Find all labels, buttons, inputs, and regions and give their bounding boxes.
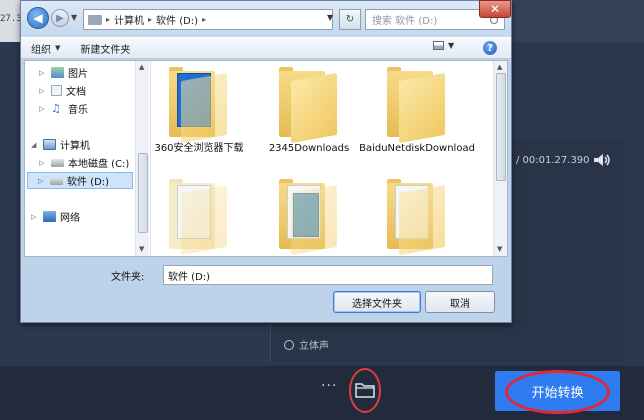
folder-icon xyxy=(167,67,231,144)
scroll-down-icon[interactable]: ▼ xyxy=(139,245,144,253)
expand-icon[interactable]: ▷ xyxy=(38,177,46,185)
file-item-2345downloads[interactable]: 2345Downloads xyxy=(264,67,354,155)
tree-item-label: 软件 (D:) xyxy=(67,177,110,188)
help-button[interactable]: ? xyxy=(483,41,497,55)
stereo-radio[interactable]: 立体声 xyxy=(284,337,329,352)
tree-scroll-thumb[interactable] xyxy=(138,153,148,233)
file-item-baidunetdiskdownload[interactable]: BaiduNetdiskDownload xyxy=(359,67,475,155)
view-icon xyxy=(433,41,444,50)
folder-icon xyxy=(167,179,231,256)
organize-label: 组织 xyxy=(31,44,51,56)
tree-item-documents[interactable]: ▷ 文档 xyxy=(39,82,86,99)
file-label: BaiduNetdiskDownload xyxy=(359,143,475,154)
tree-item-computer[interactable]: ◢ 计算机 xyxy=(31,136,90,153)
tree-item-drive-d[interactable]: ▷ 软件 (D:) xyxy=(27,172,133,189)
folder-highlight-ring xyxy=(349,368,381,413)
new-folder-label: 新建文件夹 xyxy=(80,44,131,56)
expand-icon[interactable]: ▷ xyxy=(39,69,47,77)
forward-button[interactable]: ▶ xyxy=(51,9,69,27)
tree-item-music[interactable]: ▷ ♫ 音乐 xyxy=(39,100,88,117)
folder-name-input[interactable] xyxy=(163,265,493,285)
tree-item-label: 文档 xyxy=(66,87,86,98)
documents-icon xyxy=(51,85,62,96)
chevron-right-icon[interactable]: ▸ xyxy=(148,15,152,24)
chevron-down-icon: ▼ xyxy=(55,44,61,52)
address-segment-drive[interactable]: 软件 (D:) xyxy=(156,12,198,27)
refresh-icon: ↻ xyxy=(345,14,355,25)
folder-icon xyxy=(277,67,341,144)
file-item-partial-2[interactable] xyxy=(264,179,354,256)
folder-name-label: 文件夹: xyxy=(111,272,145,283)
file-scroll-thumb[interactable] xyxy=(496,73,506,181)
stereo-radio-label: 立体声 xyxy=(299,341,329,352)
tree-item-label: 本地磁盘 (C:) xyxy=(68,159,130,170)
speaker-icon[interactable] xyxy=(593,153,611,167)
address-folder-icon xyxy=(88,14,102,25)
file-label: 360安全浏览器下载 xyxy=(154,143,244,154)
start-convert-button[interactable]: 开始转换 xyxy=(495,371,620,411)
help-icon: ? xyxy=(487,42,493,54)
tree-item-drive-c[interactable]: ▷ 本地磁盘 (C:) xyxy=(39,154,129,171)
tree-item-label: 音乐 xyxy=(68,105,88,116)
expand-icon[interactable]: ▷ xyxy=(39,159,47,167)
file-list: 360安全浏览器下载 2345Downloads BaiduNetdiskDow… xyxy=(152,61,507,256)
scroll-up-icon[interactable]: ▲ xyxy=(139,63,144,71)
address-dropdown-icon[interactable]: ▼ xyxy=(327,13,333,22)
address-bar[interactable]: ▸ 计算机 ▸ 软件 (D:) ▸ xyxy=(83,9,333,30)
scroll-down-icon[interactable]: ▼ xyxy=(497,245,502,253)
refresh-button[interactable]: ↻ xyxy=(339,9,361,30)
radio-circle-icon xyxy=(284,339,294,350)
tree-item-label: 图片 xyxy=(68,69,88,80)
file-list-scrollbar[interactable]: ▲ ▼ xyxy=(493,61,507,256)
browse-folder-dialog: ◀ ▶ ▼ ▸ 计算机 ▸ 软件 (D:) ▸ ▼ ↻ 搜索 软件 (D:) ✕… xyxy=(20,0,512,323)
history-dropdown-icon[interactable]: ▼ xyxy=(71,13,77,22)
address-segment-computer[interactable]: 计算机 xyxy=(114,12,144,27)
scroll-up-icon[interactable]: ▲ xyxy=(497,63,502,71)
file-label: 2345Downloads xyxy=(268,143,350,154)
file-item-partial-1[interactable] xyxy=(154,179,244,256)
expand-icon[interactable]: ▷ xyxy=(39,105,47,113)
expand-icon[interactable]: ▷ xyxy=(39,87,47,95)
view-options-button[interactable]: ▼ xyxy=(433,41,454,50)
organize-menu[interactable]: 组织 ▼ xyxy=(21,37,70,59)
expand-icon[interactable]: ▷ xyxy=(31,213,39,221)
tree-item-pictures[interactable]: ▷ 图片 xyxy=(39,64,88,81)
tree-item-label: 计算机 xyxy=(60,141,90,152)
tree-item-label: 网络 xyxy=(60,213,80,224)
music-icon: ♫ xyxy=(51,102,61,115)
computer-icon xyxy=(43,139,56,150)
arrow-left-icon: ◀ xyxy=(33,11,43,25)
search-placeholder: 搜索 软件 (D:) xyxy=(372,16,438,27)
browser-content: ▷ 图片 ▷ 文档 ▷ ♫ 音乐 ◢ 计算机 ▷ 本地磁盘 (C:) ▷ 软件 … xyxy=(24,60,508,257)
navigation-tree: ▷ 图片 ▷ 文档 ▷ ♫ 音乐 ◢ 计算机 ▷ 本地磁盘 (C:) ▷ 软件 … xyxy=(25,61,151,256)
pictures-icon xyxy=(51,67,64,78)
tree-item-network[interactable]: ▷ 网络 xyxy=(31,208,80,225)
arrow-right-icon: ▶ xyxy=(56,12,64,24)
tree-scrollbar[interactable]: ▲ ▼ xyxy=(135,61,149,256)
new-folder-button[interactable]: 新建文件夹 xyxy=(70,37,140,59)
file-item-partial-3[interactable] xyxy=(372,179,462,256)
cancel-button[interactable]: 取消 xyxy=(425,291,495,313)
drive-icon xyxy=(51,158,64,167)
more-options-button[interactable]: ··· xyxy=(321,378,337,394)
chevron-right-icon[interactable]: ▸ xyxy=(202,15,206,24)
chevron-down-icon: ▼ xyxy=(448,41,455,50)
network-icon xyxy=(43,211,56,222)
folder-icon xyxy=(385,67,449,144)
select-folder-button[interactable]: 选择文件夹 xyxy=(333,291,421,313)
close-icon: ✕ xyxy=(489,2,501,16)
collapse-icon[interactable]: ◢ xyxy=(31,141,39,149)
folder-name-row: 文件夹: xyxy=(21,263,511,287)
time-display: / 00:01.27.390 xyxy=(516,155,590,166)
folder-icon xyxy=(277,179,341,256)
back-button[interactable]: ◀ xyxy=(27,7,49,29)
close-button[interactable]: ✕ xyxy=(479,0,511,18)
drive-icon xyxy=(50,176,63,185)
navigation-bar: ◀ ▶ ▼ ▸ 计算机 ▸ 软件 (D:) ▸ ▼ ↻ 搜索 软件 (D:) ✕ xyxy=(21,0,511,37)
file-item-360-browser-download[interactable]: 360安全浏览器下载 xyxy=(154,67,244,155)
folder-icon xyxy=(385,179,449,256)
chevron-right-icon[interactable]: ▸ xyxy=(106,15,110,24)
